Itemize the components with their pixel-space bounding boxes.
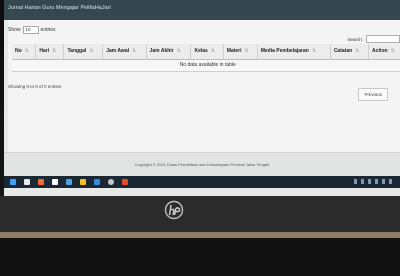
- journal-table: No ⇅ Hari ⇅ Tanggal ⇅ Jam Awal ⇅ Jam Akhir ⇅ …: [12, 44, 400, 72]
- tray-icon[interactable]: [389, 179, 392, 184]
- data-panel: Show 10 entries Search: No ⇅ Hari ⇅ Tangga…: [8, 20, 400, 152]
- column-header-jam-akhir[interactable]: Jam Akhir ⇅: [146, 44, 192, 60]
- search-icon[interactable]: [24, 179, 30, 185]
- laptop-base: [0, 238, 400, 276]
- column-header-tanggal[interactable]: Tanggal ⇅: [63, 44, 104, 60]
- table-info: Showing 0 to 0 of 0 entries: [8, 84, 62, 89]
- show-label: Show: [8, 27, 21, 33]
- column-header-no[interactable]: No ⇅: [12, 44, 37, 60]
- column-header-action[interactable]: Action ⇅: [368, 44, 400, 60]
- empty-table-message: No data available in table: [12, 59, 400, 72]
- entries-label: entries: [40, 27, 56, 33]
- column-header-catatan[interactable]: Catatan ⇅: [330, 44, 370, 60]
- column-header-media[interactable]: Media Pembelajaran ⇅: [257, 44, 331, 60]
- search-label: Search:: [347, 36, 363, 42]
- cortana-icon[interactable]: [108, 179, 114, 185]
- entries-length-control: Show 10 entries: [8, 26, 56, 34]
- previous-button[interactable]: Previous: [358, 88, 388, 101]
- task-view-icon[interactable]: [38, 179, 44, 185]
- table-header-row: No ⇅ Hari ⇅ Tanggal ⇅ Jam Awal ⇅ Jam Akhir ⇅ …: [12, 44, 400, 60]
- page-footer: Copyright © 2021 Dinas Pendidikan dan Ke…: [4, 152, 400, 176]
- taskbar: [4, 176, 400, 188]
- windows-icon[interactable]: [10, 179, 16, 185]
- copyright-text: Copyright © 2021 Dinas Pendidikan dan Ke…: [134, 162, 270, 167]
- column-header-jam-awal[interactable]: Jam Awal ⇅: [102, 44, 147, 60]
- table-row: No data available in table: [12, 59, 400, 72]
- hp-logo: [164, 200, 184, 220]
- folder-icon[interactable]: [80, 179, 86, 185]
- search-input[interactable]: [366, 35, 400, 43]
- edge-icon[interactable]: [94, 179, 100, 185]
- store-icon[interactable]: [52, 179, 58, 185]
- system-tray: [354, 179, 392, 184]
- column-header-kelas[interactable]: Kelas ⇅: [190, 44, 224, 60]
- tray-icon[interactable]: [375, 179, 378, 184]
- page-title: Jurnal Harian Guru Mengajar PeMaHaJari: [8, 5, 111, 11]
- laptop-screen: Jurnal Harian Guru Mengajar PeMaHaJari S…: [4, 0, 400, 196]
- tray-icon[interactable]: [354, 179, 357, 184]
- column-header-materi[interactable]: Materi ⇅: [223, 44, 258, 60]
- tray-icon[interactable]: [361, 179, 364, 184]
- laptop-bezel: [0, 196, 400, 232]
- entries-select[interactable]: 10: [22, 26, 39, 34]
- column-header-hari[interactable]: Hari ⇅: [35, 44, 65, 60]
- explorer-icon[interactable]: [66, 179, 72, 185]
- tray-icon[interactable]: [368, 179, 371, 184]
- browser-icon[interactable]: [122, 179, 128, 185]
- search-control: Search:: [347, 35, 400, 43]
- app-header: Jurnal Harian Guru Mengajar PeMaHaJari: [4, 0, 400, 20]
- tray-icon[interactable]: [382, 179, 385, 184]
